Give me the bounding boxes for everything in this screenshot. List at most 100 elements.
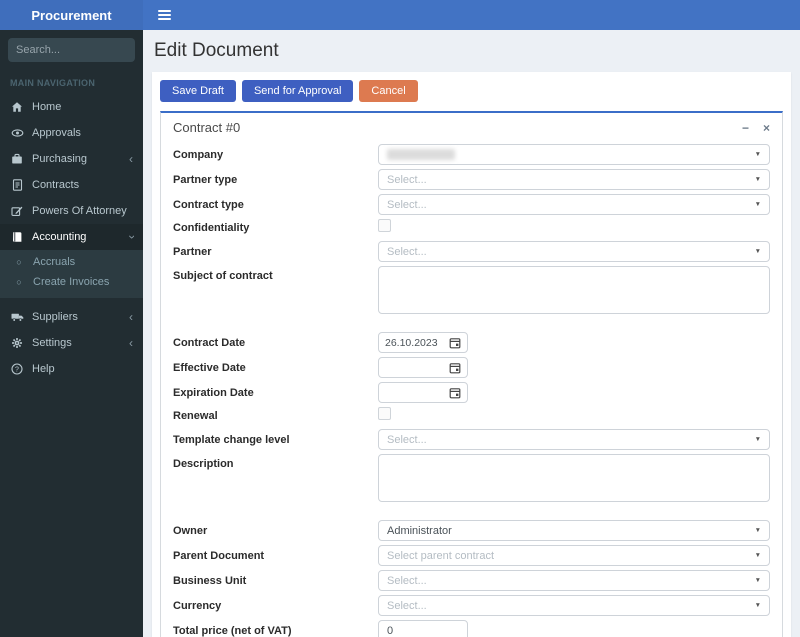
home-icon: [10, 101, 24, 113]
chevron-left-icon: ‹: [129, 152, 133, 166]
edit-document-card: Save Draft Send for Approval Cancel Cont…: [152, 72, 791, 637]
sidebar-item-purchasing[interactable]: Purchasing ‹: [0, 146, 143, 172]
field-label: Partner type: [173, 173, 238, 186]
sidebar-item-label: Help: [32, 363, 55, 375]
sidebar-search: [8, 38, 135, 62]
file-icon: [10, 179, 24, 191]
sidebar-item-accounting[interactable]: Accounting ‹: [0, 224, 143, 250]
panel-title: Contract #0: [173, 120, 241, 135]
accounting-submenu: ○ Accruals ○ Create Invoices: [0, 250, 143, 298]
sidebar-item-help[interactable]: ? Help: [0, 356, 143, 382]
form-row-contract-date: Contract Date 26.10.2023: [173, 332, 770, 353]
save-draft-button[interactable]: Save Draft: [160, 80, 236, 102]
send-for-approval-button[interactable]: Send for Approval: [241, 80, 354, 102]
field-label: Confidentiality: [173, 222, 250, 234]
book-icon: [10, 231, 24, 243]
search-input[interactable]: [8, 38, 135, 62]
form-row-total-price: Total price (net of VAT): [173, 620, 770, 637]
calendar-icon: [449, 362, 461, 373]
toolbar: Save Draft Send for Approval Cancel: [160, 80, 783, 102]
field-label: Contract type: [173, 198, 244, 211]
sidebar-item-contracts[interactable]: Contracts: [0, 172, 143, 198]
contract-date-input[interactable]: 26.10.2023: [378, 332, 468, 353]
close-icon[interactable]: ×: [763, 122, 770, 134]
sidebar-item-home[interactable]: Home: [0, 94, 143, 120]
content-area: Edit Document Save Draft Send for Approv…: [143, 30, 800, 637]
subject-textarea[interactable]: [378, 266, 770, 314]
confidentiality-checkbox[interactable]: [378, 219, 391, 232]
form-row-effective-date: Effective Date: [173, 357, 770, 378]
top-navbar: Procurement: [0, 0, 800, 30]
expiration-date-input[interactable]: [378, 382, 468, 403]
total-price-input[interactable]: [378, 620, 468, 637]
sidebar-item-settings[interactable]: Settings ‹: [0, 330, 143, 356]
effective-date-input[interactable]: [378, 357, 468, 378]
currency-select[interactable]: Select... ▼: [378, 595, 770, 616]
sidebar-item-approvals[interactable]: Approvals: [0, 120, 143, 146]
description-textarea[interactable]: [378, 454, 770, 502]
partner-select[interactable]: Select... ▼: [378, 241, 770, 262]
collapse-icon[interactable]: −: [742, 122, 749, 134]
navbar: [143, 0, 800, 30]
gear-icon: [10, 337, 24, 349]
field-label: Partner: [173, 245, 212, 258]
form-row-partner: Partner Select... ▼: [173, 241, 770, 262]
sidebar-item-suppliers[interactable]: Suppliers ‹: [0, 304, 143, 330]
partner-type-select[interactable]: Select... ▼: [378, 169, 770, 190]
form-row-subject: Subject of contract: [173, 266, 770, 319]
chevron-down-icon: ▼: [754, 602, 761, 609]
form-row-business-unit: Business Unit Select... ▼: [173, 570, 770, 591]
sidebar-item-label: Purchasing: [32, 153, 88, 165]
parent-document-select[interactable]: Select parent contract ▼: [378, 545, 770, 566]
sidebar-toggle-hamburger-icon[interactable]: [154, 6, 175, 24]
chevron-left-icon: ‹: [129, 336, 133, 350]
page-title: Edit Document: [154, 40, 279, 61]
owner-select[interactable]: Administrator ▼: [378, 520, 770, 541]
form-row-confidentiality: Confidentiality: [173, 219, 770, 237]
field-label: Total price (net of VAT): [173, 624, 292, 637]
sidebar-item-label: Settings: [32, 337, 72, 349]
sidebar-item-powers-of-attorney[interactable]: Powers Of Attorney: [0, 198, 143, 224]
sidebar-subitem-accruals[interactable]: ○ Accruals: [0, 252, 143, 272]
nav-section-label: MAIN NAVIGATION: [10, 78, 96, 88]
company-select[interactable]: ▼: [378, 144, 770, 165]
circle-icon: ○: [16, 277, 22, 287]
field-label: Renewal: [173, 410, 218, 422]
contract-type-select[interactable]: Select... ▼: [378, 194, 770, 215]
chevron-down-icon: ‹: [124, 235, 138, 239]
chevron-down-icon: ▼: [754, 201, 761, 208]
field-label: Company: [173, 148, 224, 161]
contract-form: Company ▼ Partner type Select... ▼ Contr…: [161, 140, 782, 637]
renewal-checkbox[interactable]: [378, 407, 391, 420]
chevron-down-icon: ▼: [754, 527, 761, 534]
field-label: Subject of contract: [173, 270, 273, 282]
field-label: Contract Date: [173, 336, 246, 349]
briefcase-icon: [10, 153, 24, 165]
eye-icon: [10, 127, 24, 139]
form-row-partner-type: Partner type Select... ▼: [173, 169, 770, 190]
brand-logo[interactable]: Procurement: [0, 0, 143, 30]
sidebar-subitem-create-invoices[interactable]: ○ Create Invoices: [0, 272, 143, 292]
calendar-icon: [449, 337, 461, 348]
cancel-button[interactable]: Cancel: [359, 80, 418, 102]
chevron-down-icon: ▼: [754, 176, 761, 183]
sidebar-item-label: Powers Of Attorney: [32, 205, 127, 217]
form-row-expiration-date: Expiration Date: [173, 382, 770, 403]
sidebar-subitem-label: Create Invoices: [33, 276, 110, 288]
template-change-level-select[interactable]: Select... ▼: [378, 429, 770, 450]
form-row-parent-document: Parent Document Select parent contract ▼: [173, 545, 770, 566]
sidebar-item-label: Contracts: [32, 179, 80, 191]
form-row-owner: Owner Administrator ▼: [173, 520, 770, 541]
calendar-icon: [449, 387, 461, 398]
business-unit-select[interactable]: Select... ▼: [378, 570, 770, 591]
chevron-down-icon: ▼: [754, 248, 761, 255]
contract-panel: Contract #0 − × Company ▼ Partner type S…: [160, 111, 783, 637]
sidebar-item-label: Accounting: [32, 231, 87, 243]
field-label: Parent Document: [173, 549, 265, 562]
question-icon: ?: [10, 363, 24, 375]
sidebar-item-label: Home: [32, 101, 62, 113]
form-row-description: Description: [173, 454, 770, 507]
circle-icon: ○: [16, 257, 22, 267]
app-window: Procurement MAIN NAVIGATION: [0, 0, 800, 637]
field-label: Description: [173, 458, 234, 470]
